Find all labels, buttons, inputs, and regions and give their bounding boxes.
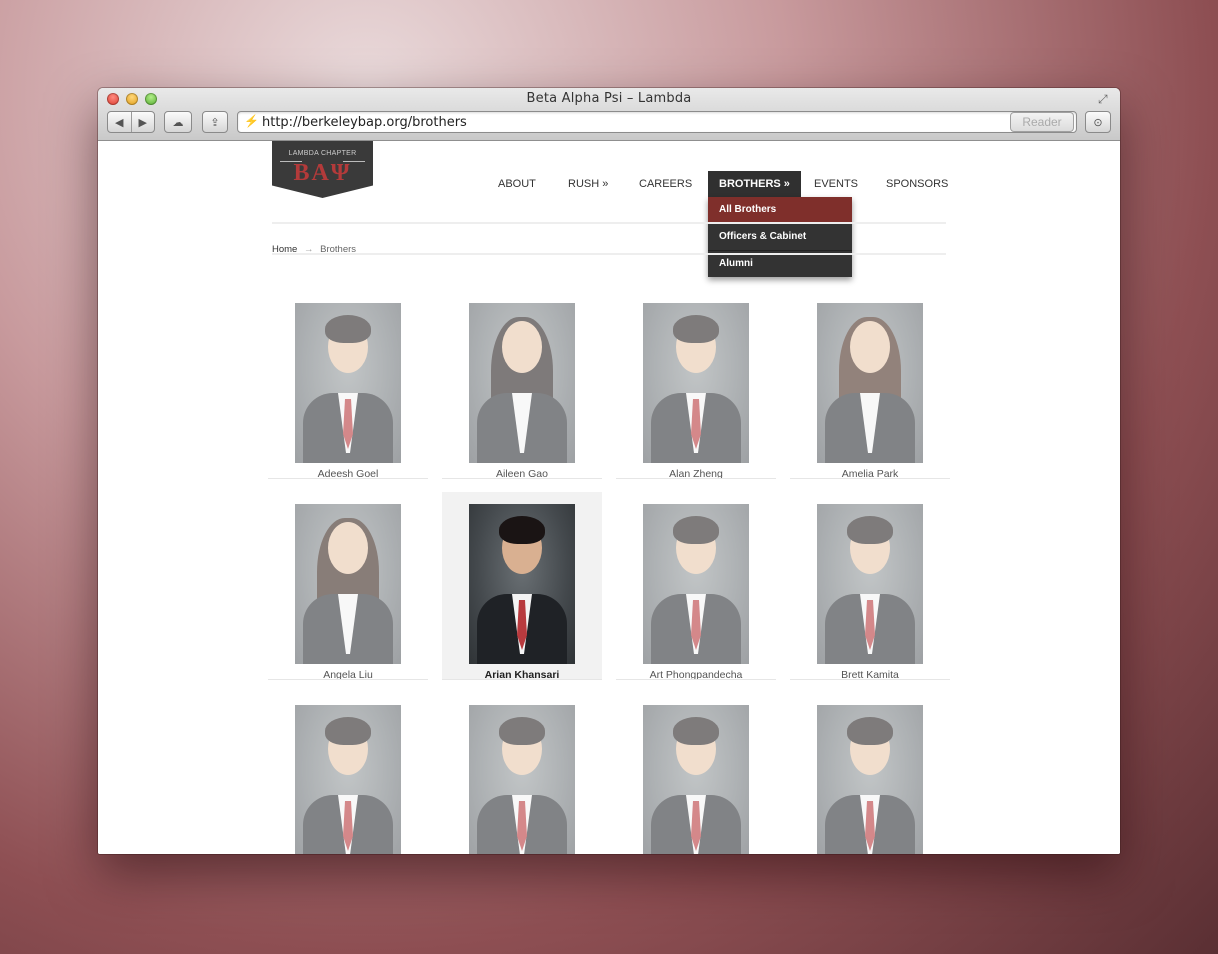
- brother-photo: [295, 705, 401, 854]
- cloud-icon: ☁: [172, 116, 184, 129]
- nav-about[interactable]: ABOUT: [498, 171, 536, 197]
- main-nav: ABOUT RUSH » CAREERS BROTHERS » EVENTS S…: [98, 171, 1120, 197]
- logo-subtitle: LAMBDA CHAPTER: [288, 150, 357, 157]
- brother-card[interactable]: Adeesh Goel: [268, 291, 428, 480]
- brother-card[interactable]: [616, 693, 776, 854]
- brother-card[interactable]: Alan Zheng: [616, 291, 776, 480]
- dropdown-all-brothers[interactable]: All Brothers: [708, 197, 852, 223]
- share-icon: ⇪: [210, 116, 220, 129]
- divider: [272, 253, 946, 255]
- reader-button[interactable]: Reader: [1010, 112, 1074, 132]
- brother-card[interactable]: Amelia Park: [790, 291, 950, 480]
- brother-photo: [643, 705, 749, 854]
- share-button[interactable]: ⇪: [202, 111, 228, 133]
- nav-sponsors[interactable]: SPONSORS: [886, 171, 948, 197]
- brother-card[interactable]: [790, 693, 950, 854]
- page-viewport: LAMBDA CHAPTER ΒΑΨ ABOUT RUSH » CAREERS …: [98, 141, 1120, 854]
- nav-brothers[interactable]: BROTHERS »: [708, 171, 801, 197]
- brother-card[interactable]: Angela Liu: [268, 492, 428, 681]
- divider: [272, 222, 946, 224]
- downloads-button[interactable]: ⊙: [1085, 111, 1111, 133]
- brothers-dropdown: All Brothers Officers & Cabinet Alumni: [708, 197, 852, 277]
- brother-card[interactable]: [442, 693, 602, 854]
- browser-window: Beta Alpha Psi – Lambda ⤢ ◀ ▶ ☁ ⇪ ⚡ http…: [98, 88, 1120, 854]
- address-bar[interactable]: ⚡ http://berkeleybap.org/brothers ↻: [237, 111, 1077, 133]
- brother-card[interactable]: Brett Kamita: [790, 492, 950, 681]
- nav-rush[interactable]: RUSH »: [568, 171, 608, 197]
- brother-photo: [295, 303, 401, 463]
- site-icon: ⚡: [244, 114, 259, 128]
- window-title: Beta Alpha Psi – Lambda: [526, 91, 692, 106]
- brother-photo: [817, 705, 923, 854]
- brother-photo: [643, 504, 749, 664]
- back-icon[interactable]: ◀: [108, 116, 131, 129]
- brother-photo: [469, 504, 575, 664]
- dropdown-officers-cabinet[interactable]: Officers & Cabinet: [708, 223, 852, 250]
- brother-photo: [643, 303, 749, 463]
- brother-card[interactable]: Aileen Gao: [442, 291, 602, 480]
- download-icon: ⊙: [1093, 116, 1103, 129]
- brother-card[interactable]: Arian Khansari: [442, 492, 602, 681]
- nav-events[interactable]: EVENTS: [814, 171, 858, 197]
- brother-photo: [817, 504, 923, 664]
- brother-card[interactable]: Art Phongpandecha: [616, 492, 776, 681]
- forward-icon[interactable]: ▶: [132, 116, 155, 129]
- browser-toolbar: Beta Alpha Psi – Lambda ⤢ ◀ ▶ ☁ ⇪ ⚡ http…: [98, 88, 1120, 141]
- brother-photo: [469, 303, 575, 463]
- fullscreen-icon[interactable]: ⤢: [1098, 92, 1112, 106]
- icloud-tabs-button[interactable]: ☁: [164, 111, 192, 133]
- brother-photo: [295, 504, 401, 664]
- brother-photo: [469, 705, 575, 854]
- brother-card[interactable]: [268, 693, 428, 854]
- brother-photo: [817, 303, 923, 463]
- nav-careers[interactable]: CAREERS: [639, 171, 692, 197]
- back-forward-buttons: ◀ ▶: [107, 111, 155, 133]
- url-text[interactable]: http://berkeleybap.org/brothers: [262, 115, 467, 130]
